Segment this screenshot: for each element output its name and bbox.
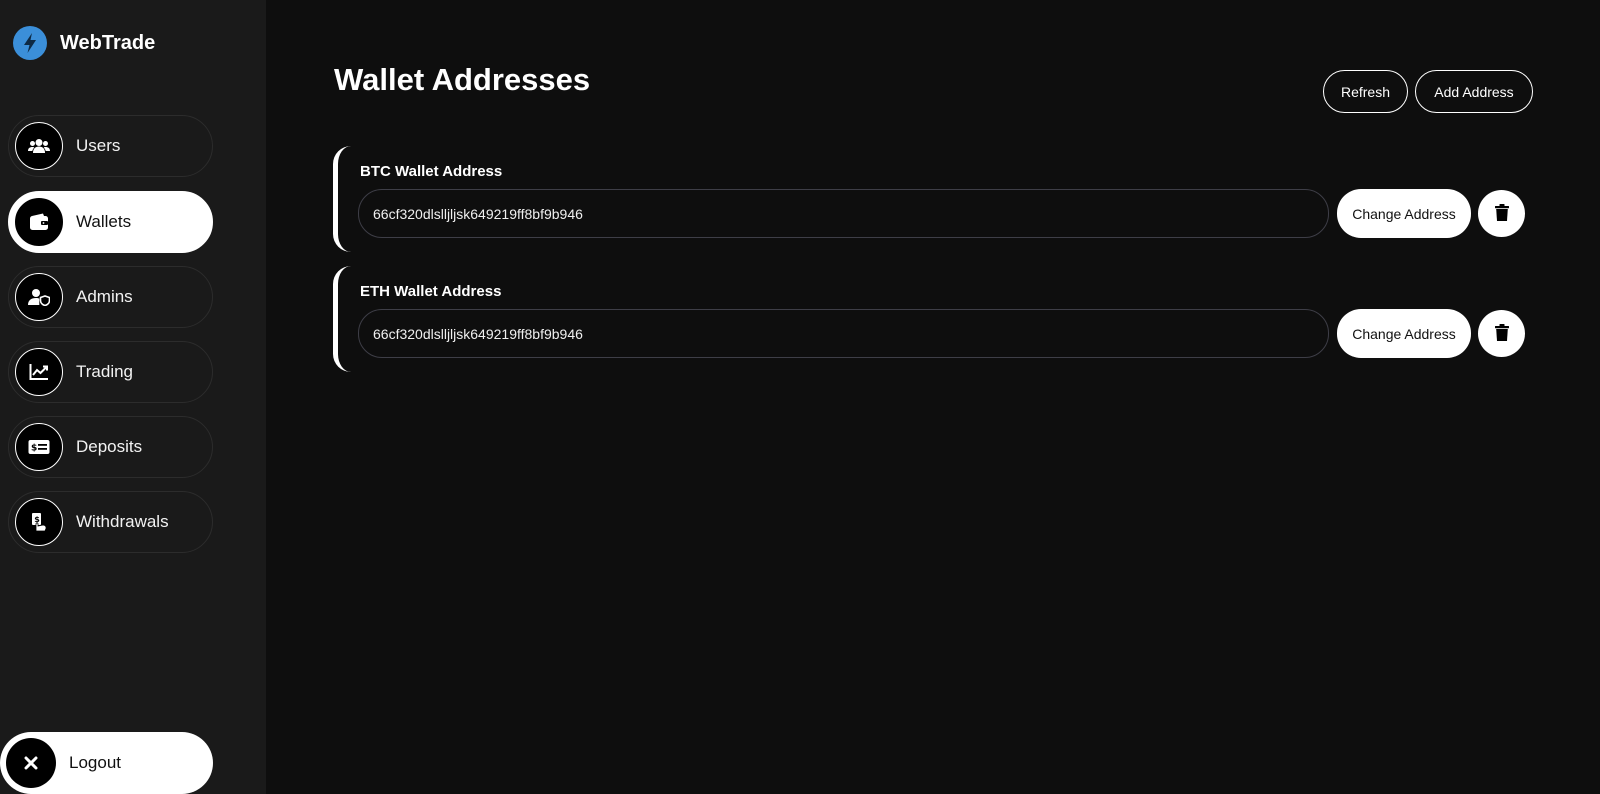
lightning-bolt-icon <box>13 26 47 60</box>
brand[interactable]: WebTrade <box>13 26 155 60</box>
sidebar-item-label: Wallets <box>76 212 132 231</box>
hand-money-icon: $ <box>15 498 63 546</box>
wallet-label: ETH Wallet Address <box>360 283 502 300</box>
sidebar-item-label: Trading <box>76 362 134 381</box>
chart-icon <box>15 348 63 396</box>
sidebar-item-deposits[interactable]: $ Deposits <box>8 416 213 478</box>
sidebar-item-label: Deposits <box>76 437 143 456</box>
admin-shield-icon <box>15 273 63 321</box>
users-icon <box>15 122 63 170</box>
wallet-card-eth: ETH Wallet Address Change Address <box>333 266 1533 372</box>
wallet-address-input[interactable] <box>358 189 1329 238</box>
refresh-button[interactable]: Refresh <box>1323 70 1408 113</box>
app: WebTrade Users Wallets Admins Trading $ … <box>0 0 1600 794</box>
logout-label: Logout <box>69 753 121 772</box>
sidebar-item-label: Withdrawals <box>76 512 169 531</box>
sidebar-item-trading[interactable]: Trading <box>8 341 213 403</box>
add-address-button[interactable]: Add Address <box>1415 70 1533 113</box>
logout-button[interactable]: Logout <box>0 732 213 794</box>
sidebar-item-wallets[interactable]: Wallets <box>8 191 213 253</box>
wallet-label: BTC Wallet Address <box>360 163 503 180</box>
close-icon <box>6 738 56 788</box>
change-address-button[interactable]: Change Address <box>1337 189 1471 238</box>
svg-text:$: $ <box>31 444 37 454</box>
delete-button[interactable] <box>1478 190 1525 237</box>
sidebar-item-label: Users <box>76 136 121 155</box>
trash-icon <box>1494 323 1509 344</box>
money-check-icon: $ <box>15 423 63 471</box>
sidebar-item-withdrawals[interactable]: $ Withdrawals <box>8 491 213 553</box>
sidebar-item-admins[interactable]: Admins <box>8 266 213 328</box>
delete-button[interactable] <box>1478 310 1525 357</box>
wallet-address-input[interactable] <box>358 309 1329 358</box>
page-title: Wallet Addresses <box>334 62 591 97</box>
wallet-card-btc: BTC Wallet Address Change Address <box>333 146 1533 252</box>
trash-icon <box>1494 203 1509 224</box>
sidebar-item-label: Admins <box>76 287 133 306</box>
brand-name: WebTrade <box>60 31 156 54</box>
sidebar-item-users[interactable]: Users <box>8 115 213 177</box>
wallet-icon <box>15 198 63 246</box>
sidebar: WebTrade Users Wallets Admins Trading $ … <box>0 0 266 794</box>
change-address-button[interactable]: Change Address <box>1337 309 1471 358</box>
